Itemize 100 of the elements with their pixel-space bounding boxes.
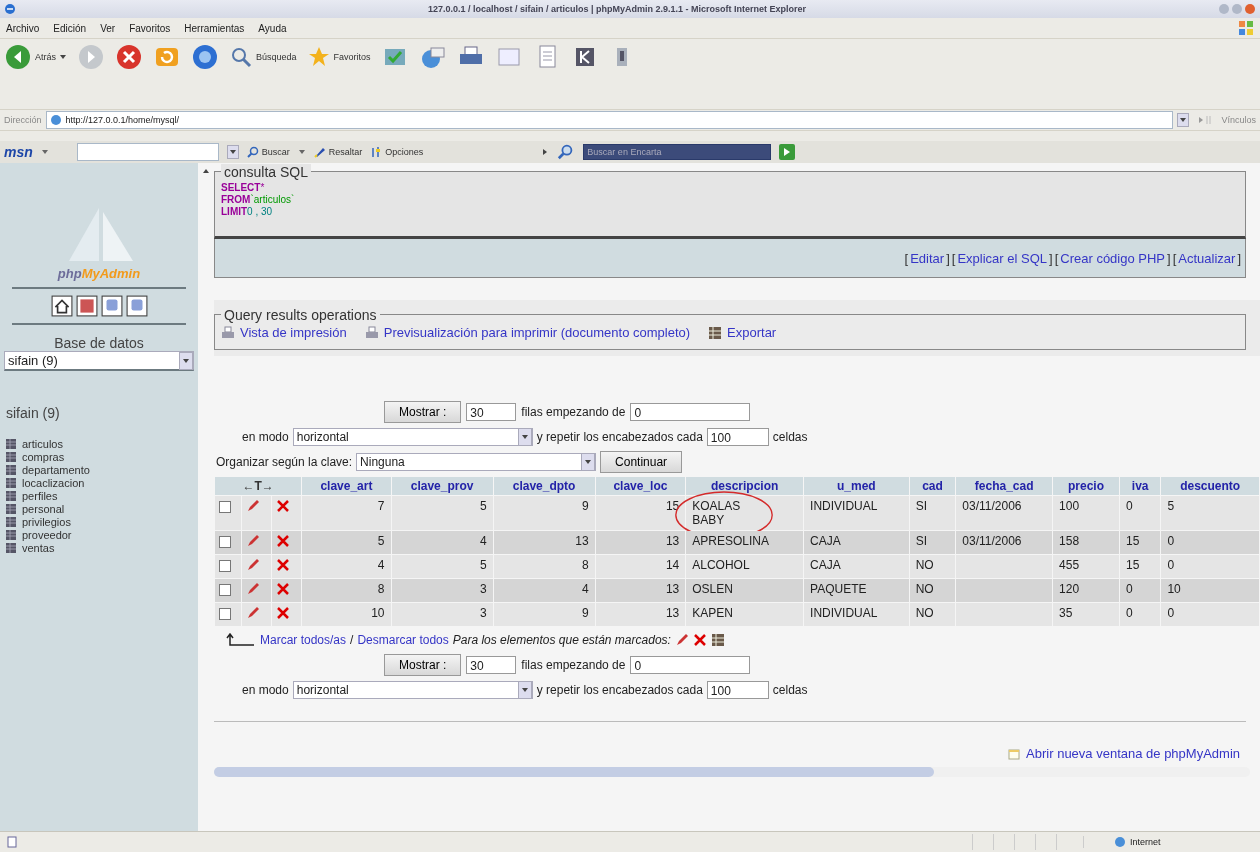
row-checkbox[interactable] bbox=[219, 584, 231, 596]
delete-icon[interactable] bbox=[276, 582, 291, 596]
table-icon[interactable] bbox=[6, 542, 16, 553]
search-button[interactable]: Búsqueda bbox=[229, 43, 297, 71]
table-link[interactable]: perfiles bbox=[22, 489, 58, 502]
printer-icon[interactable] bbox=[364, 325, 379, 340]
scrollbar-thumb[interactable] bbox=[214, 767, 934, 777]
dropdown-button[interactable] bbox=[226, 145, 239, 159]
table-cell: 0 bbox=[1125, 606, 1133, 620]
export-icon[interactable] bbox=[708, 325, 723, 340]
delete-icon[interactable] bbox=[276, 558, 291, 572]
row-checkbox[interactable] bbox=[219, 501, 231, 513]
database-select[interactable]: sifain (9) bbox=[4, 351, 194, 371]
export-icon[interactable] bbox=[710, 633, 725, 647]
table-link[interactable]: departamento bbox=[22, 463, 90, 476]
start-field[interactable]: 0 bbox=[630, 403, 751, 421]
table-icon[interactable] bbox=[6, 516, 16, 527]
caret-icon[interactable] bbox=[297, 148, 306, 156]
table-link[interactable]: locaclizacion bbox=[22, 476, 85, 489]
show-button[interactable]: Mostrar : bbox=[384, 654, 462, 676]
delete-icon[interactable] bbox=[276, 534, 291, 548]
table-icon[interactable] bbox=[6, 490, 16, 501]
operation-link[interactable]: Exportar bbox=[727, 325, 777, 340]
new-window-link[interactable]: Abrir nueva ventana de phpMyAdmin bbox=[1026, 746, 1240, 761]
printer-icon[interactable] bbox=[221, 325, 235, 340]
operation-link[interactable]: Vista de impresión bbox=[240, 325, 347, 340]
stop-icon[interactable] bbox=[115, 43, 143, 71]
table-cell: 14 bbox=[665, 558, 680, 572]
repeat-label: y repetir los encabezados cada bbox=[536, 430, 703, 444]
favorites-button[interactable]: Favoritos bbox=[306, 43, 371, 71]
table-icon[interactable] bbox=[6, 503, 16, 514]
mode-select[interactable]: horizontal bbox=[292, 681, 533, 699]
table-icon[interactable] bbox=[6, 438, 16, 449]
query-link[interactable]: Explicar el SQL bbox=[957, 250, 1047, 266]
back-button[interactable]: Atrás bbox=[4, 43, 67, 71]
query-link[interactable]: Crear código PHP bbox=[1060, 250, 1166, 266]
pencil-icon[interactable] bbox=[246, 582, 261, 596]
pencil-icon[interactable] bbox=[674, 633, 689, 647]
rows-field[interactable]: 30 bbox=[466, 403, 517, 421]
show-button[interactable]: Mostrar : bbox=[384, 401, 462, 423]
pencil-icon[interactable] bbox=[246, 499, 261, 513]
search-icon[interactable] bbox=[229, 45, 253, 69]
dropdown-button[interactable] bbox=[1177, 113, 1190, 127]
search-icon[interactable] bbox=[246, 146, 259, 158]
start-label: filas empezando de bbox=[521, 405, 626, 419]
uncheck-all-link[interactable]: Desmarcar todos bbox=[357, 633, 449, 647]
table-link[interactable]: ventas bbox=[22, 541, 55, 554]
menu-item[interactable]: Ver bbox=[100, 22, 116, 34]
caret-icon[interactable] bbox=[59, 53, 67, 61]
repeat-field[interactable]: 100 bbox=[706, 681, 769, 699]
pencil-icon[interactable] bbox=[246, 558, 261, 572]
table-link[interactable]: personal bbox=[22, 502, 65, 515]
delete-icon[interactable] bbox=[276, 606, 291, 620]
menu-item[interactable]: Ayuda bbox=[258, 22, 287, 34]
options-button[interactable]: Opciones bbox=[370, 143, 424, 161]
start-field[interactable]: 0 bbox=[630, 656, 751, 674]
check-all-link[interactable]: Marcar todos/as bbox=[260, 633, 347, 647]
go-arrow-icon[interactable] bbox=[1197, 114, 1214, 126]
menu-item[interactable]: Archivo bbox=[6, 22, 40, 34]
caret-icon[interactable] bbox=[40, 148, 49, 156]
menu-item[interactable]: Edición bbox=[53, 22, 87, 34]
scroll-up-icon[interactable] bbox=[202, 167, 210, 175]
delete-icon[interactable] bbox=[276, 499, 291, 513]
sort-select[interactable]: Ninguna bbox=[356, 453, 597, 471]
query-link[interactable]: Editar bbox=[910, 250, 945, 266]
row-checkbox[interactable] bbox=[219, 608, 231, 620]
horizontal-scrollbar[interactable] bbox=[214, 767, 1250, 777]
menu-item[interactable]: Favoritos bbox=[129, 22, 171, 34]
options-icon[interactable] bbox=[370, 146, 383, 158]
continue-button[interactable]: Continuar bbox=[600, 451, 683, 473]
table-link[interactable]: compras bbox=[22, 450, 65, 463]
highlight-button[interactable]: Resaltar bbox=[313, 143, 363, 161]
repeat-field[interactable]: 100 bbox=[706, 428, 769, 446]
delete-icon[interactable] bbox=[692, 633, 707, 647]
address-field[interactable]: http://127.0.0.1/home/mysql/ bbox=[45, 111, 1174, 129]
table-icon[interactable] bbox=[6, 464, 16, 475]
row-checkbox[interactable] bbox=[219, 536, 231, 548]
table-cell: 13 bbox=[665, 534, 680, 548]
table-icon[interactable] bbox=[6, 451, 16, 462]
table-link[interactable]: proveedor bbox=[22, 528, 72, 541]
pencil-icon[interactable] bbox=[246, 606, 261, 620]
table-icon[interactable] bbox=[6, 529, 16, 540]
encarta-search-field[interactable]: Buscar en Encarta bbox=[583, 144, 772, 160]
table-icon[interactable] bbox=[6, 477, 16, 488]
query-link[interactable]: Actualizar bbox=[1178, 250, 1236, 266]
search-button[interactable]: Buscar bbox=[246, 143, 290, 161]
operation-link[interactable]: Previsualización para imprimir (documento completo) bbox=[383, 325, 691, 340]
table-link[interactable]: privilegios bbox=[22, 515, 71, 528]
menu-item[interactable]: Herramientas bbox=[184, 22, 245, 34]
pencil-icon[interactable] bbox=[246, 534, 261, 548]
mode-select[interactable]: horizontal bbox=[292, 428, 533, 446]
table-link[interactable]: articulos bbox=[22, 437, 63, 450]
database-link[interactable]: sifain (9) bbox=[6, 405, 194, 421]
marker-icon[interactable] bbox=[313, 146, 326, 158]
row-checkbox[interactable] bbox=[219, 560, 231, 572]
rows-field[interactable]: 30 bbox=[466, 656, 517, 674]
window-title: 127.0.0.1 / localhost / sifain / articulos | phpMyAdmin 2.9.1.1 - Microsoft Internet Explorer bbox=[426, 4, 808, 14]
address-label: Dirección bbox=[4, 115, 42, 125]
close-icon[interactable] bbox=[1244, 3, 1256, 15]
search-field[interactable] bbox=[76, 143, 219, 161]
